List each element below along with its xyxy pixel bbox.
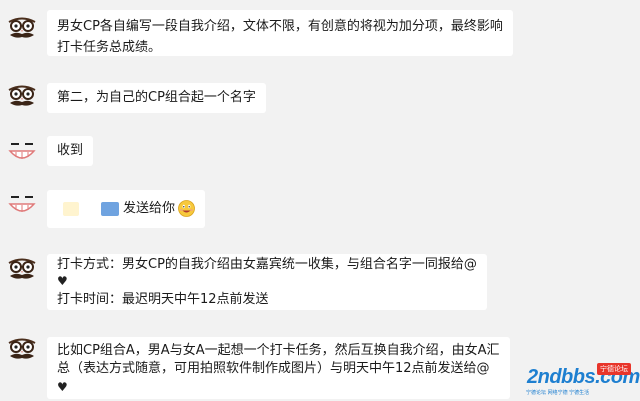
message-text: 打卡任务总成绩。 [57, 40, 162, 55]
smiling-face-avatar[interactable] [6, 190, 38, 222]
glasses-mustache-avatar[interactable] [6, 253, 38, 285]
message-bubble[interactable]: 收到 [47, 136, 94, 166]
smiling-face-avatar[interactable] [6, 137, 38, 169]
watermark-tag: 宁德论坛 [597, 363, 631, 375]
message-text: 比如CP组合A，男A与女A一起想一个打卡任务，然后互换自我介绍，由女A汇 [57, 343, 500, 358]
glasses-mustache-avatar[interactable] [6, 12, 38, 44]
glasses-mustache-avatar[interactable] [6, 80, 38, 112]
message-text: 男女CP各自编写一段自我介绍，文体不限，有创意的将视为加分项，最终影响 [57, 19, 503, 34]
heart-icon: ♥ [57, 274, 68, 288]
message-bubble[interactable]: 男女CP各自编写一段自我介绍，文体不限，有创意的将视为加分项，最终影响 打卡任务… [47, 10, 513, 56]
heart-icon: ♥ [57, 380, 68, 394]
message-bubble[interactable]: 发送给你 [47, 190, 206, 228]
blurred-content [63, 201, 79, 216]
message-text: 打卡方式：男女CP的自我介绍由女嘉宾统一收集，与组合名字一同报给@ [57, 257, 477, 272]
message-text: 第二，为自己的CP组合起一个名字 [57, 90, 256, 105]
message-text: 收到 [57, 143, 84, 158]
message-bubble[interactable]: 打卡方式：男女CP的自我介绍由女嘉宾统一收集，与组合名字一同报给@ ♥ 打卡时间… [47, 254, 487, 310]
message-text: 打卡时间：最迟明天中午12点前发送 [57, 292, 269, 307]
watermark-subtitle: 宁德论坛 网络宁德 宁德生活 [526, 390, 590, 396]
message-text: 发送给你 [123, 201, 176, 216]
glasses-mustache-avatar[interactable] [6, 333, 38, 365]
message-text: 总（表达方式随意，可用拍照软件制作成图片）与明天中午12点前发送给@ [57, 361, 490, 376]
message-bubble[interactable]: 第二，为自己的CP组合起一个名字 [47, 83, 266, 113]
blurred-content [101, 201, 119, 216]
grinning-emoji-icon [178, 200, 195, 217]
message-bubble[interactable]: 比如CP组合A，男A与女A一起想一个打卡任务，然后互换自我介绍，由女A汇 总（表… [47, 337, 510, 399]
